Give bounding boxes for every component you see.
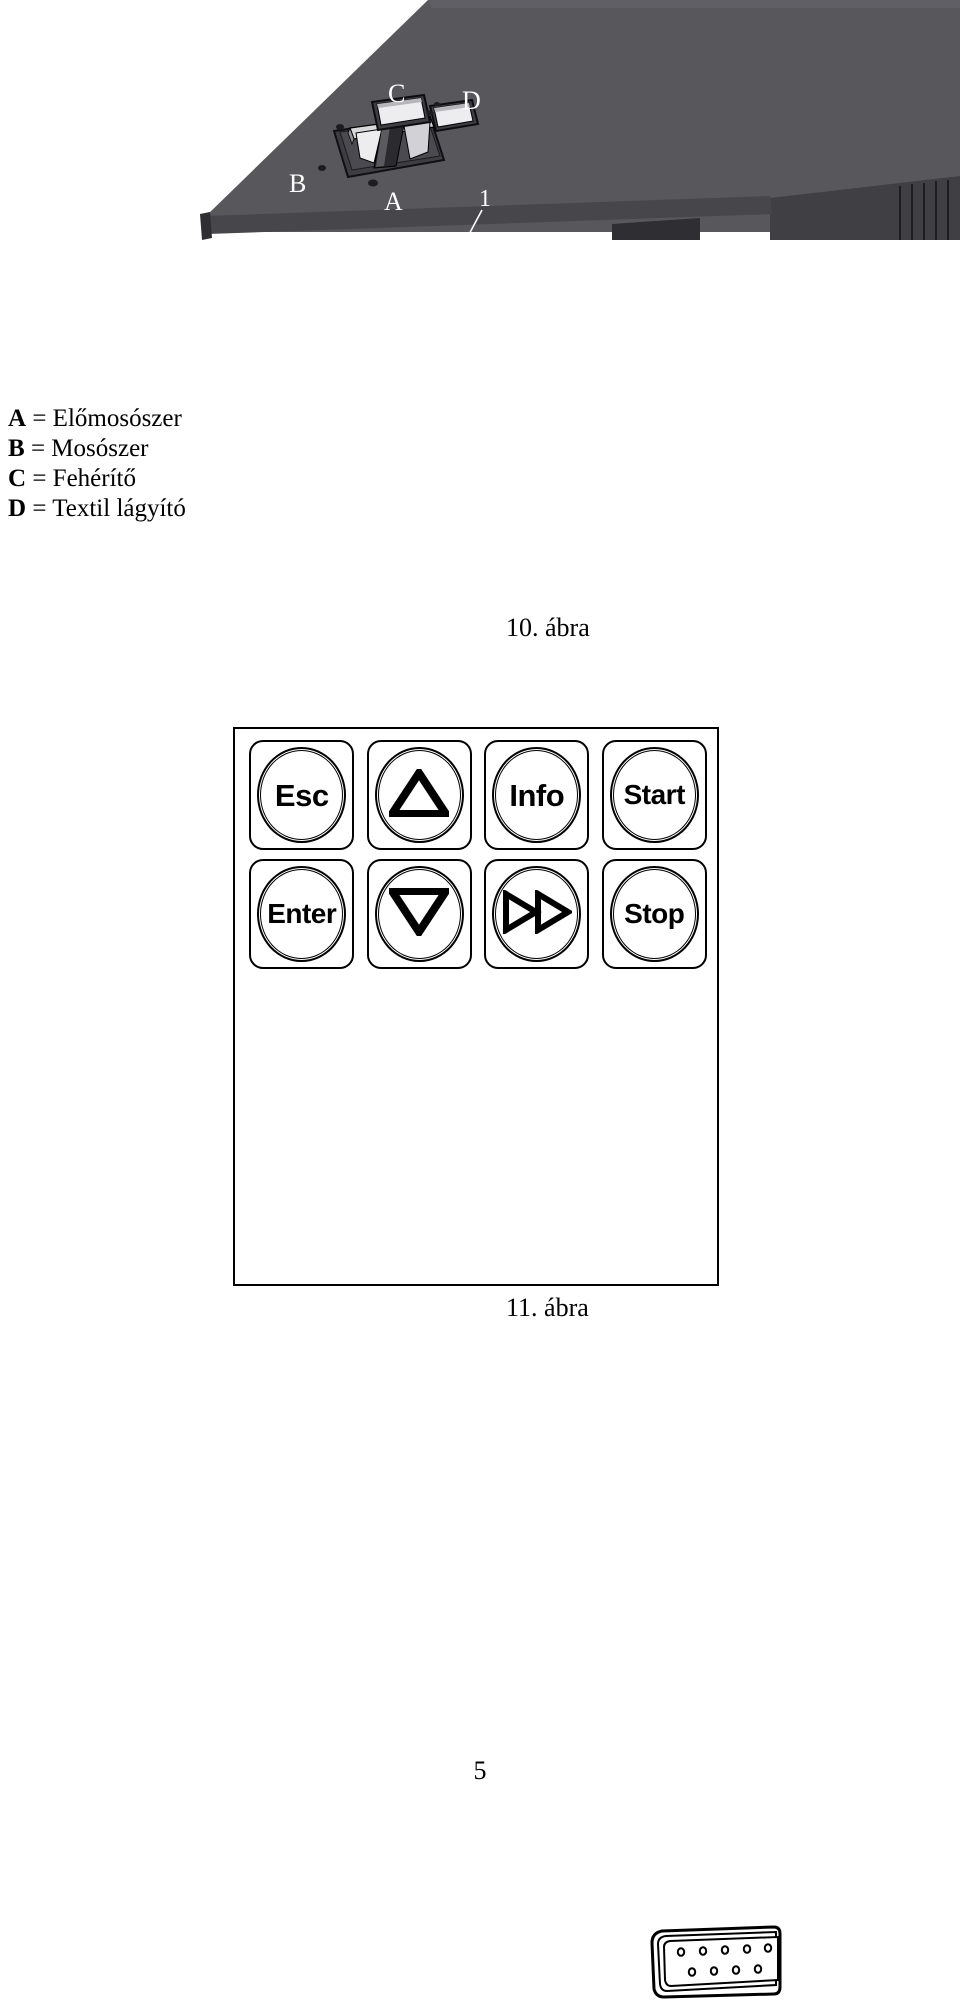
down-arrow-key[interactable] — [366, 859, 472, 969]
legend-item: D = Textil lágyító — [8, 494, 338, 524]
figure-11-control-panel: Esc Info Start Enter Stop — [233, 727, 782, 1999]
callout-label-a: A — [384, 187, 403, 216]
machine-top-highlight — [428, 0, 960, 8]
up-arrow-key[interactable] — [366, 740, 472, 850]
legend-equals: = — [32, 465, 47, 492]
figure-11-caption: 11. ábra — [506, 1293, 589, 1322]
start-key[interactable]: Start — [601, 740, 707, 850]
db9-serial-connector — [646, 1925, 782, 2001]
machine-body-group — [200, 0, 960, 240]
legend-equals: = — [32, 405, 47, 432]
figure-10-caption: 10. ábra — [506, 613, 590, 642]
fast-forward-icon — [502, 888, 574, 939]
legend-key: A — [8, 405, 27, 432]
legend-equals: = — [30, 435, 46, 462]
screw-dot — [336, 124, 344, 130]
screw-dot — [318, 165, 326, 171]
page-number: 5 — [473, 1756, 487, 1785]
washing-machine-drawing: C D B A 1 — [200, 0, 960, 240]
figure-10-illustration: C D B A 1 — [0, 0, 960, 300]
callout-label-b: B — [289, 169, 306, 198]
screw-dot — [368, 179, 378, 187]
legend-value: Előmosószer — [52, 405, 182, 432]
info-key-label: Info — [509, 777, 565, 813]
connector-cavity — [662, 1935, 779, 1988]
fast-forward-key[interactable] — [484, 859, 590, 969]
legend-item: B = Mosószer — [8, 434, 338, 464]
stop-key-label: Stop — [624, 898, 685, 929]
enter-key[interactable]: Enter — [249, 859, 355, 969]
legend-equals: = — [32, 495, 47, 522]
legend-item: C = Fehérítő — [8, 464, 338, 494]
legend-value: Textil lágyító — [52, 495, 186, 522]
start-key-label: Start — [623, 779, 686, 810]
legend-key: D — [8, 495, 27, 522]
callout-label-1: 1 — [479, 186, 491, 212]
legend-key: B — [8, 435, 25, 462]
screw-dot — [434, 102, 440, 106]
callout-label-c: C — [388, 79, 405, 108]
enter-key-label: Enter — [267, 898, 337, 929]
legend-value: Mosószer — [51, 435, 149, 462]
machine-left-edge — [200, 212, 212, 240]
screw-dot — [426, 110, 434, 116]
keypad-grid: Esc Info Start Enter Stop — [245, 737, 711, 975]
legend-key: C — [8, 465, 27, 492]
info-key[interactable]: Info — [484, 740, 590, 850]
callout-label-d: D — [462, 86, 481, 115]
stop-key[interactable]: Stop — [601, 859, 707, 969]
figure-10-legend: A = Előmosószer B = Mosószer C = Fehérít… — [8, 404, 338, 524]
legend-value: Fehérítő — [52, 465, 136, 492]
esc-key-label: Esc — [274, 777, 329, 813]
triangle-down-icon — [384, 886, 454, 941]
esc-key[interactable]: Esc — [249, 740, 355, 850]
legend-item: A = Előmosószer — [8, 404, 338, 434]
triangle-up-icon — [384, 765, 454, 822]
